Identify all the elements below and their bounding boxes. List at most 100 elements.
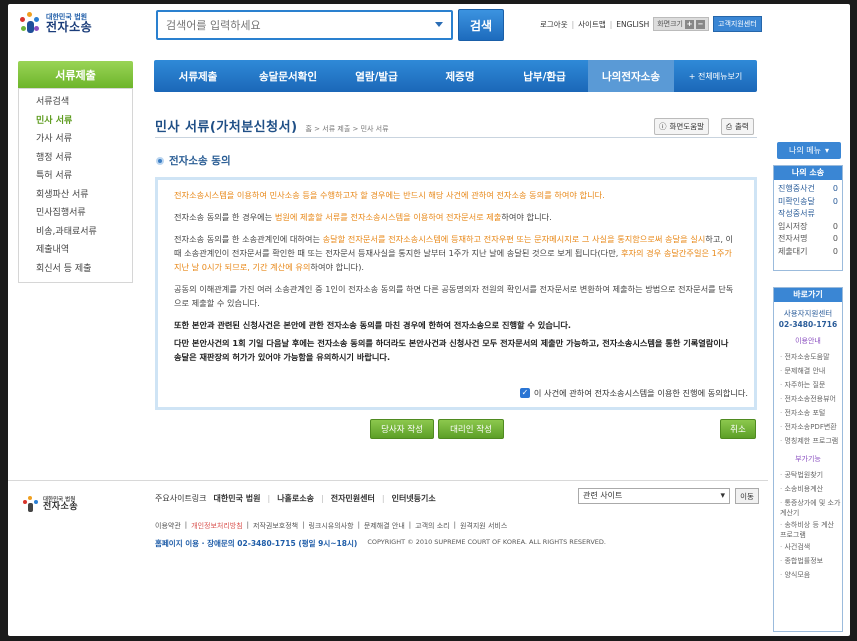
related-link[interactable]: 대한민국 법원 bbox=[214, 493, 261, 504]
my-case-row[interactable]: 임시저장 0 bbox=[774, 221, 842, 234]
guide-title: 이용안내 bbox=[795, 337, 821, 345]
policy-link[interactable]: 문제해결 안내 bbox=[364, 521, 405, 531]
text: 하여야 합니다). bbox=[310, 262, 365, 272]
guide-link[interactable]: 전자소송도움말 bbox=[774, 350, 842, 364]
guide-link[interactable]: 자주하는 질문 bbox=[774, 378, 842, 392]
left-nav-item[interactable]: 가사 서류 bbox=[36, 130, 132, 149]
site-logo[interactable]: 대한민국 법원 전자소송 bbox=[18, 12, 92, 36]
policy-link[interactable]: 저작권보호정책 bbox=[253, 521, 298, 531]
main-nav-tab[interactable]: 납부/환급 bbox=[501, 60, 588, 92]
left-nav-item[interactable]: 서류검색 bbox=[36, 93, 132, 112]
related-link[interactable]: 인터넷등기소 bbox=[392, 493, 436, 504]
row-value: 0 bbox=[832, 196, 838, 206]
my-case-row[interactable]: 전자서명 0 bbox=[774, 233, 842, 246]
extra-link[interactable]: 종합법률정보 bbox=[774, 554, 842, 568]
contact-info: 홈페이지 이용 · 장애문의 02-3480-1715 (평일 9시~18시) bbox=[155, 539, 358, 548]
help-button[interactable]: ⓘ 화면도움말 bbox=[654, 118, 709, 135]
policy-link[interactable]: 링크시유의사항 bbox=[308, 521, 353, 531]
extra-link[interactable]: 공탁법원찾기 bbox=[774, 468, 842, 482]
my-case-row[interactable]: 작성중서류 bbox=[774, 208, 842, 221]
all-menu-link[interactable]: + 전체메뉴보기 bbox=[674, 60, 757, 92]
zoom-in-icon[interactable]: + bbox=[685, 19, 694, 29]
call-center: 사용자지원센터 02-3480-1716 bbox=[774, 302, 842, 330]
related-link[interactable]: 전자민원센터 bbox=[331, 493, 375, 504]
left-nav-item[interactable]: 행정 서류 bbox=[36, 149, 132, 168]
divider: | bbox=[453, 521, 456, 529]
consent-paragraph-bold: 다만 본안사건의 1회 기일 다음날 후에는 전자소송 동의를 하더라도 본안사… bbox=[174, 338, 729, 362]
text-highlight: 법원에 제출할 서류를 전자소송시스템을 이용하여 전자문서로 제출 bbox=[274, 212, 502, 222]
left-nav-item[interactable]: 회신서 등 제출 bbox=[36, 260, 132, 279]
left-nav-item[interactable]: 특허 서류 bbox=[36, 167, 132, 186]
guide-link[interactable]: 전자소송PDF변환 bbox=[774, 420, 842, 434]
divider: | bbox=[357, 521, 360, 529]
my-cases-box: 나의 소송 진행중사건 0 미확인송달 0 작성중서류 임시저장 0 전자서명 0 제출… bbox=[773, 165, 843, 271]
extra-link[interactable]: 사건검색 bbox=[774, 540, 842, 554]
guide-link[interactable]: 문제해결 안내 bbox=[774, 364, 842, 378]
divider: | bbox=[571, 19, 575, 29]
guide-link[interactable]: 전자소송전용뷰어 bbox=[774, 392, 842, 406]
bullet-icon bbox=[156, 156, 164, 165]
my-menu-label: 나의 메뉴 bbox=[789, 146, 821, 155]
footer-contact-row: 홈페이지 이용 · 장애문의 02-3480-1715 (평일 9시~18시) … bbox=[155, 538, 606, 549]
main-nav-tab[interactable]: 제증명 bbox=[419, 60, 501, 92]
logo-big-text: 전자소송 bbox=[46, 20, 93, 35]
support-center-button[interactable]: 고객지원센터 bbox=[713, 16, 762, 32]
left-nav-item-active[interactable]: 민사 서류 bbox=[36, 112, 132, 131]
section-title: 전자소송 동의 bbox=[169, 155, 231, 167]
my-case-row[interactable]: 진행중사건 0 bbox=[774, 183, 842, 196]
left-nav: 서류검색 민사 서류 가사 서류 행정 서류 특허 서류 회생파산 서류 민사집… bbox=[18, 88, 133, 283]
left-nav-item[interactable]: 민사집행서류 bbox=[36, 204, 132, 223]
my-case-row[interactable]: 미확인송달 0 bbox=[774, 196, 842, 209]
cancel-button[interactable]: 취소 bbox=[720, 419, 756, 439]
row-label: 진행중사건 bbox=[778, 184, 815, 193]
left-nav-item[interactable]: 회생파산 서류 bbox=[36, 186, 132, 205]
english-link[interactable]: ENGLISH bbox=[616, 20, 649, 29]
policy-link[interactable]: 개인정보처리방침 bbox=[191, 521, 243, 531]
main-nav-tab-active[interactable]: 나의전자소송 bbox=[588, 60, 674, 92]
text: 전자소송 동의를 한 소송관계인에 대하여는 bbox=[174, 234, 323, 244]
extra-link[interactable]: 소송비용계산 bbox=[774, 482, 842, 496]
print-button[interactable]: ⎙ 출력 bbox=[721, 118, 754, 135]
my-case-row[interactable]: 제출대기 0 bbox=[774, 246, 842, 259]
related-site-select[interactable]: 관련 사이트 bbox=[578, 488, 730, 504]
main-nav-tab[interactable]: 서류제출 bbox=[154, 60, 242, 92]
guide-link[interactable]: 전자소송 포털 bbox=[774, 406, 842, 420]
agent-write-button[interactable]: 대리인 작성 bbox=[438, 419, 504, 439]
print-button-label: 출력 bbox=[735, 122, 749, 131]
left-nav-title: 서류제출 bbox=[18, 61, 133, 88]
extra-link[interactable]: 통증상가에 및 소가계산기 bbox=[774, 496, 842, 518]
divider: | bbox=[381, 494, 385, 503]
search-input[interactable] bbox=[158, 12, 418, 38]
court-emblem-icon bbox=[18, 12, 42, 36]
footer-related-links: 주요사이트링크 대한민국 법원 | 나홀로소송 | 전자민원센터 | 인터넷등기… bbox=[155, 493, 436, 504]
utility-links: 로그아웃 | 사이트맵 | ENGLISH 화면크기 + − 고객지원센터 bbox=[540, 16, 762, 32]
chevron-down-icon[interactable] bbox=[435, 22, 443, 27]
go-button[interactable]: 이동 bbox=[735, 488, 759, 504]
left-nav-item[interactable]: 제출내역 bbox=[36, 241, 132, 260]
footer-logo-big: 전자소송 bbox=[43, 502, 79, 513]
main-nav-tab[interactable]: 열람/발급 bbox=[334, 60, 419, 92]
extra-link[interactable]: 양식모음 bbox=[774, 568, 842, 582]
main-nav-tab[interactable]: 송달문서확인 bbox=[242, 60, 334, 92]
row-label: 미확인송달 bbox=[778, 196, 815, 206]
related-link[interactable]: 나홀로소송 bbox=[277, 493, 314, 504]
logout-link[interactable]: 로그아웃 bbox=[540, 19, 568, 30]
search-button[interactable]: 검색 bbox=[458, 9, 504, 41]
consent-paragraph: 공동의 이해관계를 가진 여러 소송관계인 중 1인이 전자소송 동의를 하면 … bbox=[174, 284, 734, 308]
extra-link[interactable]: 송하비상 등 계산 프로그램 bbox=[774, 518, 842, 540]
my-menu-button[interactable]: 나의 메뉴 ▾ bbox=[777, 142, 841, 159]
checkbox-checked-icon[interactable]: ✓ bbox=[519, 388, 530, 398]
zoom-control: 화면크기 + − bbox=[653, 17, 709, 31]
info-icon: ⓘ bbox=[659, 122, 667, 131]
chevron-down-icon: ▾ bbox=[824, 146, 829, 155]
sitemap-link[interactable]: 사이트맵 bbox=[578, 19, 606, 30]
policy-link[interactable]: 이용약관 bbox=[155, 521, 181, 531]
zoom-out-icon[interactable]: − bbox=[696, 19, 705, 29]
call-center-label: 사용자지원센터 bbox=[783, 309, 833, 318]
policy-link[interactable]: 원격지원 서비스 bbox=[460, 521, 507, 531]
guide-link[interactable]: 명칭제한 프로그램 bbox=[774, 434, 842, 448]
left-nav-item[interactable]: 비송,과태료서류 bbox=[36, 223, 132, 242]
policy-link[interactable]: 고객의 소리 bbox=[415, 521, 449, 531]
party-write-button[interactable]: 당사자 작성 bbox=[370, 419, 434, 439]
agree-checkbox-row[interactable]: ✓ 이 사건에 관하여 전자소송시스템을 이용한 진행에 동의합니다. bbox=[519, 387, 748, 399]
